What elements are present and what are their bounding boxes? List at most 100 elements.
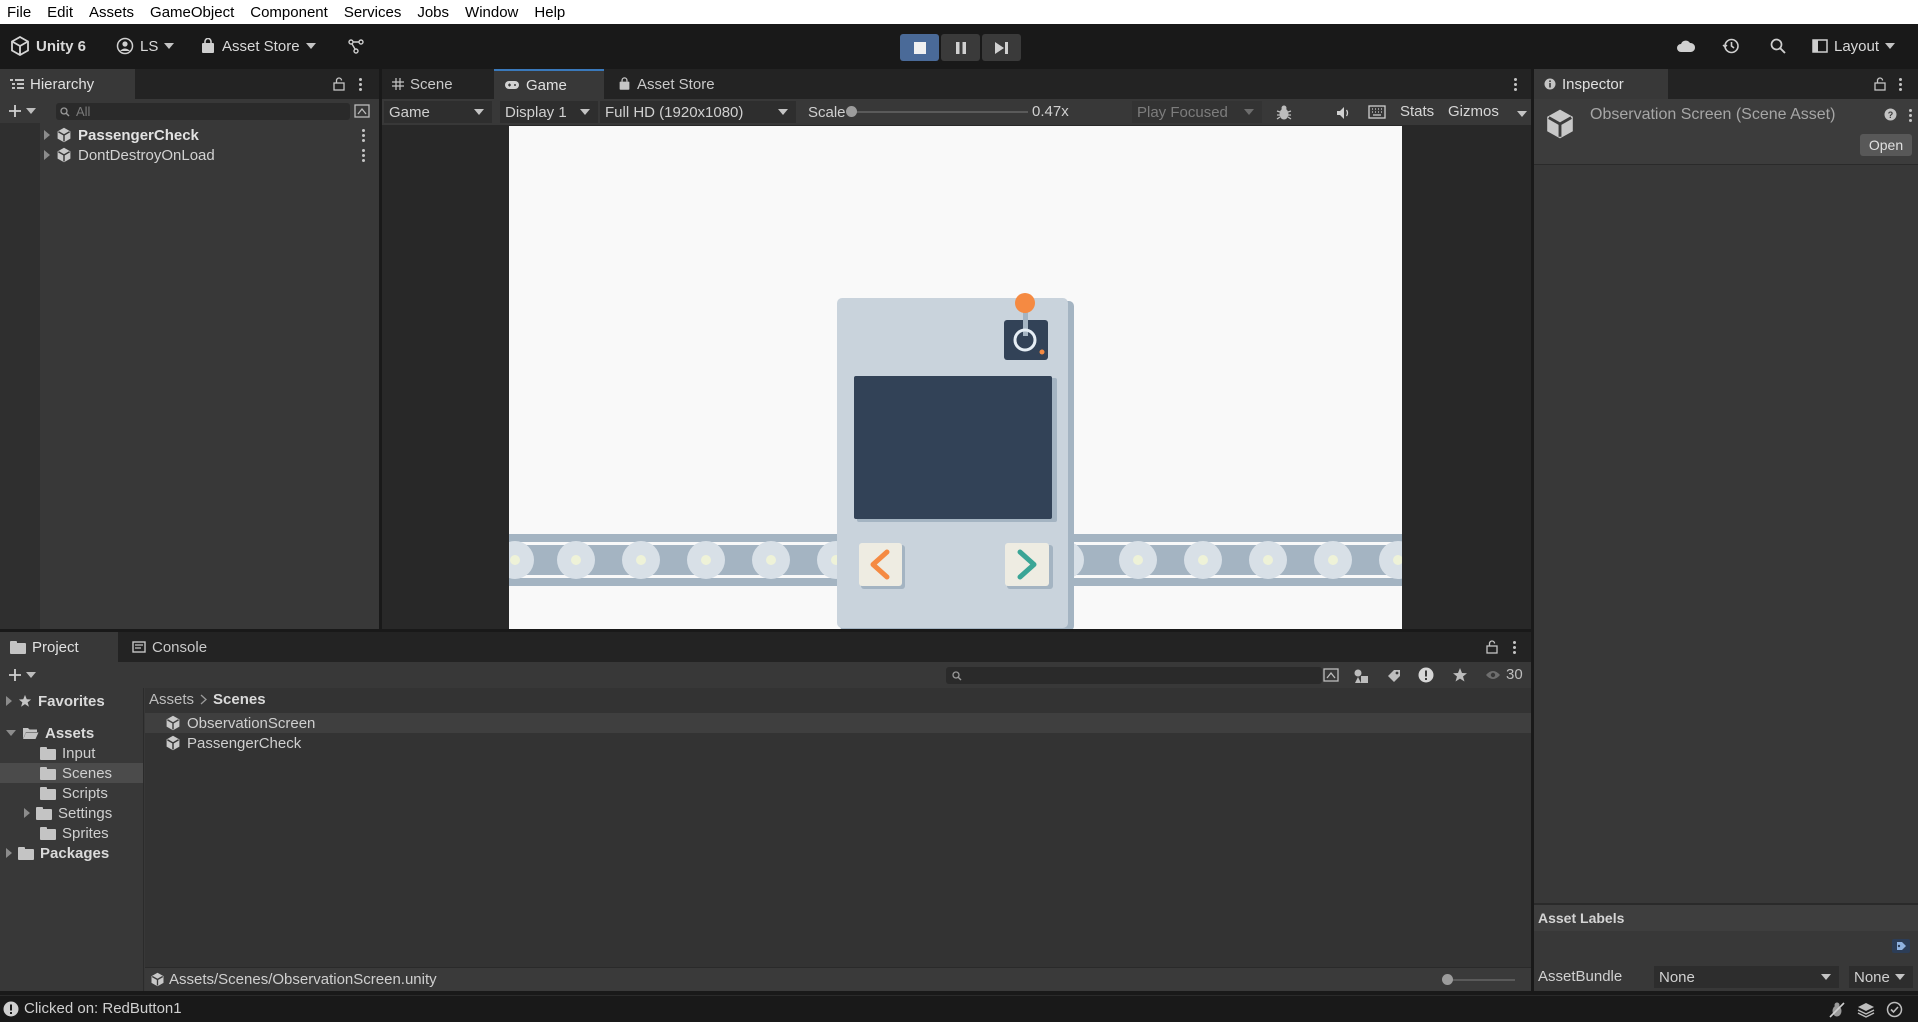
more-options-icon[interactable]	[361, 149, 365, 162]
expand-arrow-icon[interactable]	[44, 130, 50, 140]
tree-folder-scripts[interactable]: Scripts	[40, 783, 108, 803]
tab-console[interactable]: Console	[122, 632, 217, 662]
version-control-button[interactable]	[347, 32, 365, 60]
filter-by-type-icon[interactable]	[1353, 668, 1369, 684]
menu-assets[interactable]: Assets	[81, 4, 142, 21]
speaker-icon[interactable]	[1336, 105, 1352, 121]
tree-packages[interactable]: Packages	[6, 843, 109, 863]
assetbundle-dropdown[interactable]: None	[1654, 966, 1839, 988]
icon-size-slider-handle[interactable]	[1442, 974, 1453, 985]
hierarchy-scene-row[interactable]: DontDestroyOnLoad	[0, 145, 379, 165]
unity-version-button[interactable]: Unity 6	[10, 32, 86, 60]
star-icon[interactable]	[1452, 667, 1468, 683]
bug-disabled-icon[interactable]	[1828, 1001, 1846, 1019]
project-search-input[interactable]	[946, 667, 1322, 684]
chevron-down-icon[interactable]	[1517, 111, 1527, 117]
breadcrumb-assets[interactable]: Assets	[149, 691, 194, 708]
check-circle-icon[interactable]	[1886, 1001, 1903, 1018]
tag-icon[interactable]	[1892, 939, 1910, 953]
play-focus-dropdown[interactable]: Play Focused	[1132, 101, 1262, 123]
tree-folder-input[interactable]: Input	[40, 743, 95, 763]
game-scene-artwork	[509, 293, 1402, 629]
chevron-down-icon	[164, 43, 175, 49]
icon-size-slider-track[interactable]	[1445, 979, 1515, 981]
gizmos-button[interactable]: Gizmos	[1448, 103, 1499, 120]
tab-asset-store[interactable]: Asset Store	[608, 69, 725, 99]
expand-arrow-icon[interactable]	[24, 808, 30, 818]
tree-folder-label: Scripts	[62, 784, 108, 802]
more-options-icon[interactable]	[1513, 78, 1517, 91]
tab-game[interactable]: Game	[494, 69, 604, 99]
more-options-icon[interactable]	[358, 78, 362, 91]
unity-scene-icon	[165, 735, 181, 751]
assetbundle-variant-dropdown[interactable]: None	[1849, 966, 1913, 988]
hierarchy-scene-label: DontDestroyOnLoad	[78, 146, 215, 164]
menu-file[interactable]: File	[0, 4, 39, 21]
assetbundle-label: AssetBundle	[1538, 968, 1623, 985]
tree-folder-scenes[interactable]: Scenes	[40, 763, 112, 783]
more-options-icon[interactable]	[1898, 78, 1902, 91]
menu-services[interactable]: Services	[336, 4, 410, 21]
step-button[interactable]	[982, 34, 1021, 61]
game-mode-dropdown[interactable]: Game	[384, 101, 492, 123]
file-row[interactable]: ObservationScreen	[165, 713, 315, 733]
pause-button[interactable]	[941, 34, 980, 61]
tab-scene[interactable]: Scene	[382, 69, 463, 99]
lock-icon[interactable]	[1874, 77, 1886, 91]
tab-project[interactable]: Project	[0, 632, 118, 662]
expand-arrow-icon[interactable]	[44, 150, 50, 160]
tree-folder-sprites[interactable]: Sprites	[40, 823, 109, 843]
eye-icon[interactable]	[1485, 669, 1501, 681]
more-options-icon[interactable]	[1908, 109, 1912, 122]
bug-icon[interactable]	[1275, 104, 1293, 122]
cloud-button[interactable]	[1676, 32, 1696, 60]
tab-hierarchy[interactable]: Hierarchy	[0, 69, 135, 99]
lock-icon[interactable]	[1486, 640, 1498, 654]
hierarchy-scene-row[interactable]: PassengerCheck	[0, 125, 379, 145]
menu-window[interactable]: Window	[457, 4, 526, 21]
collapse-arrow-icon[interactable]	[6, 730, 16, 736]
stop-button[interactable]	[900, 34, 939, 61]
open-button[interactable]: Open	[1860, 134, 1912, 156]
game-canvas[interactable]	[509, 126, 1402, 629]
hierarchy-search-input[interactable]: All	[56, 103, 350, 120]
layout-dropdown[interactable]: Layout	[1812, 32, 1896, 60]
menu-jobs[interactable]: Jobs	[409, 4, 457, 21]
scale-slider-handle[interactable]	[846, 106, 857, 117]
create-button[interactable]	[8, 668, 36, 682]
menu-edit[interactable]: Edit	[39, 4, 81, 21]
tree-folder-settings[interactable]: Settings	[24, 803, 112, 823]
menu-component[interactable]: Component	[242, 4, 336, 21]
more-options-icon[interactable]	[1512, 641, 1516, 654]
create-button[interactable]	[8, 104, 36, 118]
menu-help[interactable]: Help	[526, 4, 573, 21]
keyboard-icon[interactable]	[1368, 105, 1386, 119]
layers-icon[interactable]	[1857, 1001, 1875, 1019]
search-in-scene-icon[interactable]	[1323, 668, 1339, 682]
lock-icon[interactable]	[333, 77, 345, 91]
menu-gameobject[interactable]: GameObject	[142, 4, 242, 21]
tree-folder-label: Scenes	[62, 764, 113, 782]
help-icon[interactable]: ?	[1884, 108, 1897, 121]
history-button[interactable]	[1722, 32, 1740, 60]
tag-icon[interactable]	[1386, 668, 1402, 684]
search-button[interactable]	[1770, 32, 1786, 60]
stats-button[interactable]: Stats	[1400, 103, 1434, 120]
display-dropdown[interactable]: Display 1	[500, 101, 598, 123]
expand-arrow-icon[interactable]	[6, 848, 12, 858]
resolution-dropdown[interactable]: Full HD (1920x1080)	[600, 101, 796, 123]
account-dropdown[interactable]: LS	[116, 32, 175, 60]
asset-store-dropdown[interactable]: Asset Store	[200, 32, 316, 60]
breadcrumb-scenes[interactable]: Scenes	[213, 691, 266, 708]
scale-slider-track[interactable]	[848, 111, 1028, 113]
hierarchy-tabbar: Hierarchy	[0, 69, 379, 99]
tree-assets[interactable]: Assets	[6, 723, 94, 743]
hierarchy-panel: Hierarchy All PassengerCheck DontDestroy…	[0, 69, 379, 629]
scene-filter-icon[interactable]	[354, 104, 370, 118]
expand-arrow-icon[interactable]	[6, 696, 12, 706]
file-row[interactable]: PassengerCheck	[165, 733, 301, 753]
tab-inspector[interactable]: Inspector	[1534, 69, 1668, 99]
tree-favorites[interactable]: Favorites	[6, 691, 105, 711]
warning-icon[interactable]	[1418, 667, 1434, 683]
more-options-icon[interactable]	[361, 129, 365, 142]
